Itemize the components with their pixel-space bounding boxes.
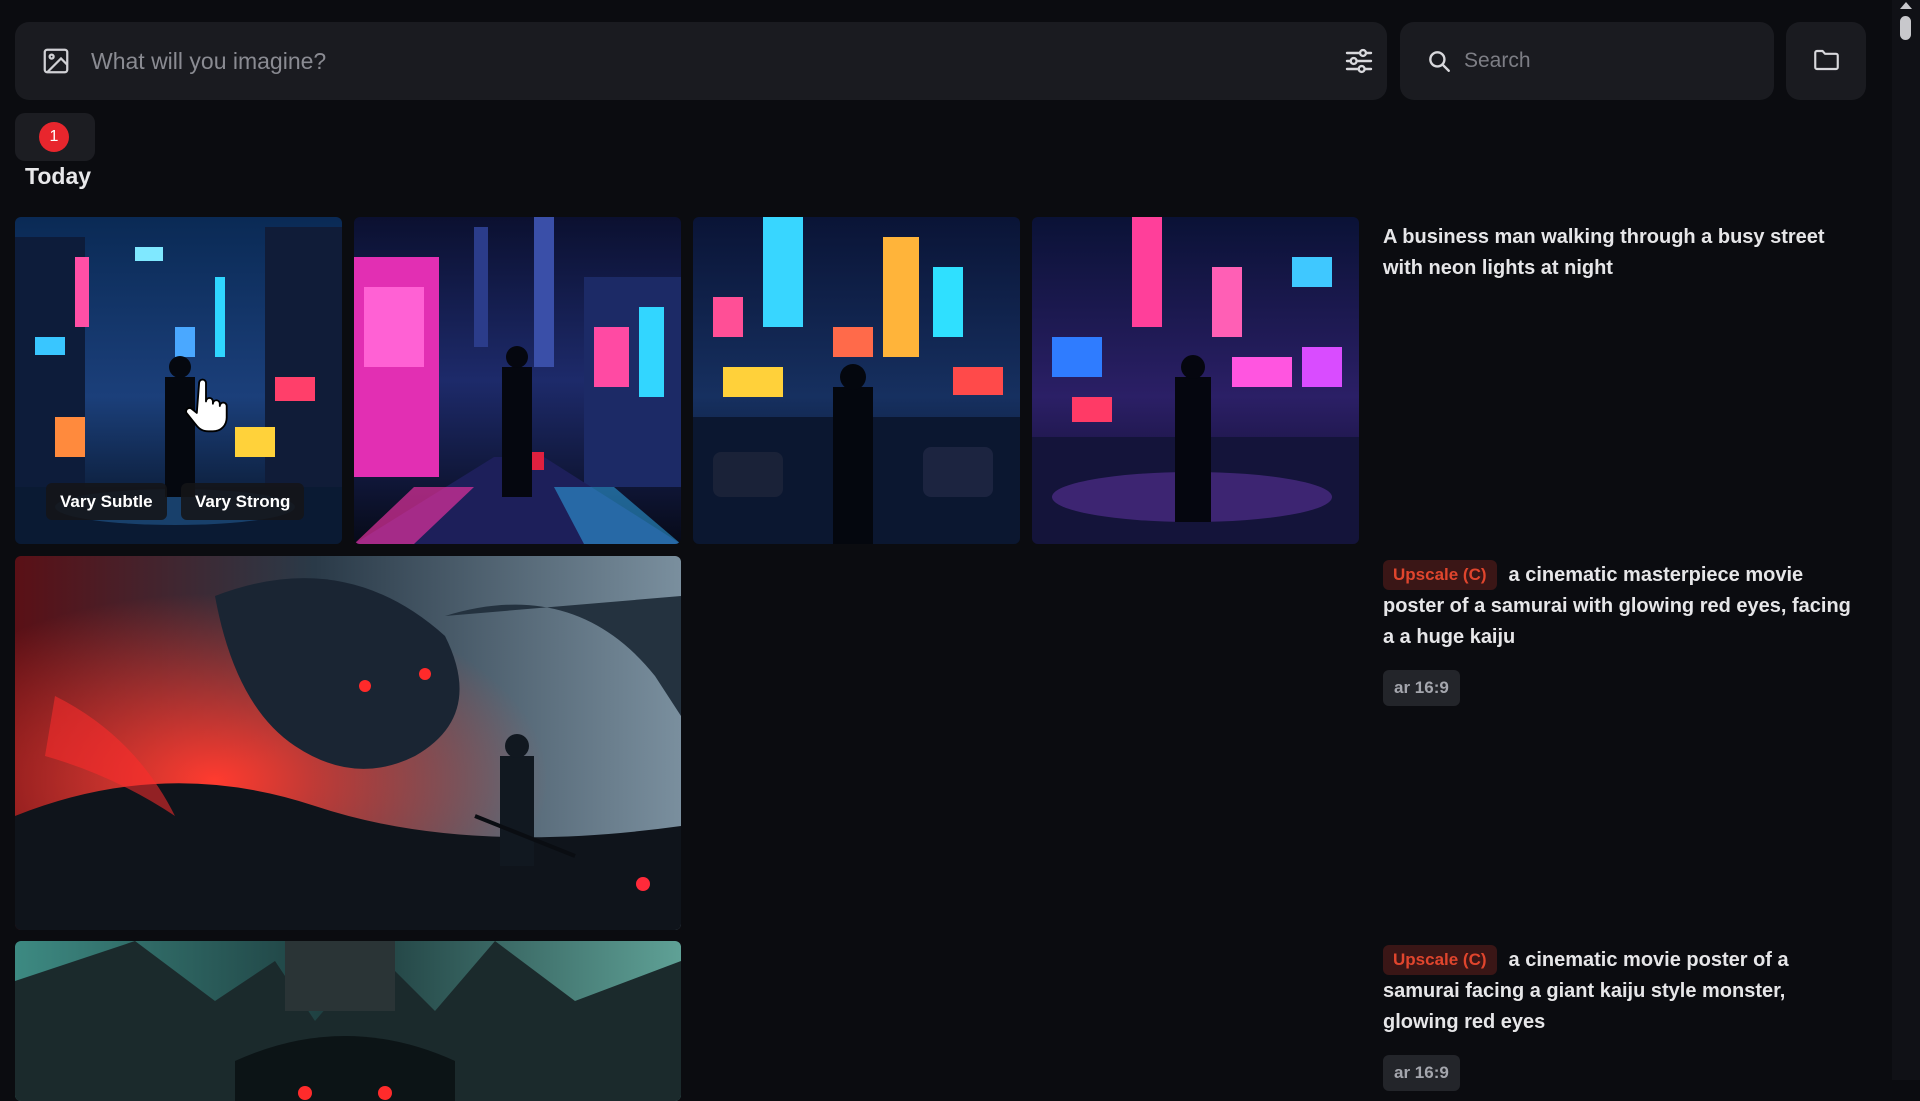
scroll-up-arrow-icon[interactable] bbox=[1900, 2, 1912, 9]
folder-icon bbox=[1814, 49, 1839, 71]
upscale-tag[interactable]: Upscale (C) bbox=[1383, 560, 1497, 590]
vary-subtle-button[interactable]: Vary Subtle bbox=[46, 483, 167, 520]
job-prompt-2: Upscale (C) a cinematic masterpiece movie… bbox=[1383, 560, 1853, 653]
aspect-ratio-tag: ar 16:9 bbox=[1383, 1055, 1460, 1091]
search-bar bbox=[1400, 22, 1774, 100]
job-prompt-1: A business man walking through a busy st… bbox=[1383, 226, 1825, 279]
search-input[interactable] bbox=[1462, 41, 1752, 81]
scrollbar-thumb[interactable] bbox=[1900, 16, 1911, 40]
day-label: Today bbox=[25, 163, 92, 189]
aspect-ratio-tag: ar 16:9 bbox=[1383, 670, 1460, 706]
scrollbar[interactable] bbox=[1892, 0, 1920, 1080]
vary-strong-button[interactable]: Vary Strong bbox=[181, 483, 305, 520]
sliders-icon[interactable] bbox=[1343, 45, 1375, 77]
imagine-prompt-bar bbox=[15, 22, 1387, 100]
neon-street-image-2[interactable] bbox=[354, 217, 681, 544]
image-icon[interactable] bbox=[41, 46, 71, 76]
samurai-dragon-image[interactable] bbox=[15, 556, 681, 930]
folder-button[interactable] bbox=[1786, 22, 1866, 100]
neon-street-image-3[interactable] bbox=[693, 217, 1020, 544]
neon-street-image-4[interactable] bbox=[1032, 217, 1359, 544]
imagine-prompt-input[interactable] bbox=[89, 41, 1309, 81]
search-icon bbox=[1429, 51, 1450, 72]
job-count: 1 bbox=[39, 122, 69, 152]
day-counter-badge[interactable]: 1 bbox=[15, 113, 95, 161]
upscale-tag[interactable]: Upscale (C) bbox=[1383, 945, 1497, 975]
job-prompt-3: Upscale (C) a cinematic movie poster of a… bbox=[1383, 945, 1853, 1038]
neon-street-image-1[interactable]: Vary Subtle Vary Strong bbox=[15, 217, 342, 544]
kaiju-monster-image[interactable] bbox=[15, 941, 681, 1101]
